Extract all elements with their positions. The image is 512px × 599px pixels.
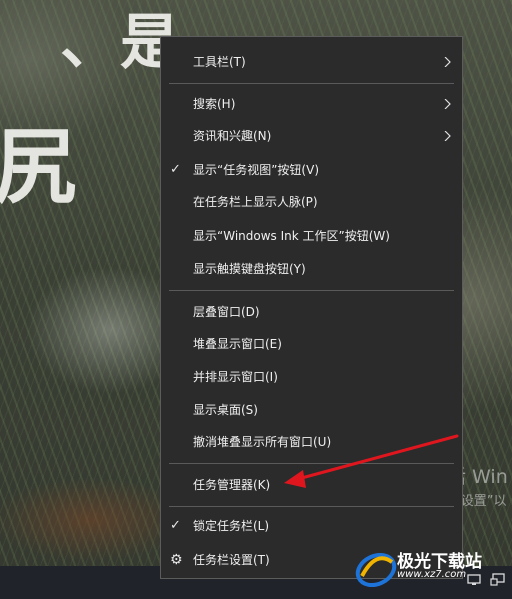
menu-item-show-desktop[interactable]: 显示桌面(S)	[161, 394, 462, 426]
menu-item-label: 显示触摸键盘按钮(Y)	[193, 262, 306, 276]
menu-item-label: 资讯和兴趣(N)	[193, 129, 272, 143]
menu-item-label: 层叠窗口(D)	[193, 305, 260, 319]
wallpaper-calligraphy-left: 尻	[0, 119, 77, 215]
menu-item-label: 显示“Windows Ink 工作区”按钮(W)	[193, 229, 390, 243]
menu-item-task-manager[interactable]: 任务管理器(K)	[161, 469, 462, 501]
menu-separator	[169, 83, 454, 84]
menu-item-cascade-windows[interactable]: 层叠窗口(D)	[161, 296, 462, 328]
checkmark-icon: ✓	[170, 162, 181, 177]
menu-item-label: 任务栏设置(T)	[193, 553, 270, 567]
menu-separator	[169, 463, 454, 464]
menu-item-label: 锁定任务栏(L)	[193, 519, 270, 533]
menu-item-undo-stack[interactable]: 撤消堆叠显示所有窗口(U)	[161, 426, 462, 458]
menu-item-show-people[interactable]: 在任务栏上显示人脉(P)	[161, 186, 462, 218]
site-logo-url: www.xz7.com	[397, 569, 467, 580]
menu-item-label: 在任务栏上显示人脉(P)	[193, 195, 318, 209]
chevron-right-icon	[444, 99, 451, 109]
menu-item-side-by-side-windows[interactable]: 并排显示窗口(I)	[161, 361, 462, 393]
taskbar-context-menu: 工具栏(T) 搜索(H) 资讯和兴趣(N) ✓ 显示“任务视图”按钮(V) 在任…	[160, 36, 463, 579]
menu-item-label: 任务管理器(K)	[193, 478, 271, 492]
menu-item-show-task-view-button[interactable]: ✓ 显示“任务视图”按钮(V)	[161, 154, 462, 186]
menu-separator	[169, 290, 454, 291]
menu-item-label: 显示桌面(S)	[193, 403, 258, 417]
menu-item-stack-windows[interactable]: 堆叠显示窗口(E)	[161, 328, 462, 360]
menu-item-show-touch-keyboard[interactable]: 显示触摸键盘按钮(Y)	[161, 253, 462, 285]
menu-separator	[169, 506, 454, 507]
gear-icon: ⚙	[170, 552, 183, 568]
chevron-right-icon	[444, 57, 451, 67]
menu-item-label: 撤消堆叠显示所有窗口(U)	[193, 435, 332, 449]
menu-item-show-windows-ink[interactable]: 显示“Windows Ink 工作区”按钮(W)	[161, 220, 462, 252]
menu-item-label: 并排显示窗口(I)	[193, 370, 278, 384]
menu-item-label: 工具栏(T)	[193, 55, 246, 69]
menu-item-search[interactable]: 搜索(H)	[161, 88, 462, 120]
menu-item-news-interests[interactable]: 资讯和兴趣(N)	[161, 120, 462, 152]
checkmark-icon: ✓	[170, 518, 181, 533]
menu-item-label: 搜索(H)	[193, 97, 236, 111]
menu-item-label: 显示“任务视图”按钮(V)	[193, 163, 320, 177]
chevron-right-icon	[444, 131, 451, 141]
menu-item-toolbars[interactable]: 工具栏(T)	[161, 46, 462, 78]
menu-item-lock-taskbar[interactable]: ✓ 锁定任务栏(L)	[161, 510, 462, 542]
menu-item-label: 堆叠显示窗口(E)	[193, 337, 282, 351]
